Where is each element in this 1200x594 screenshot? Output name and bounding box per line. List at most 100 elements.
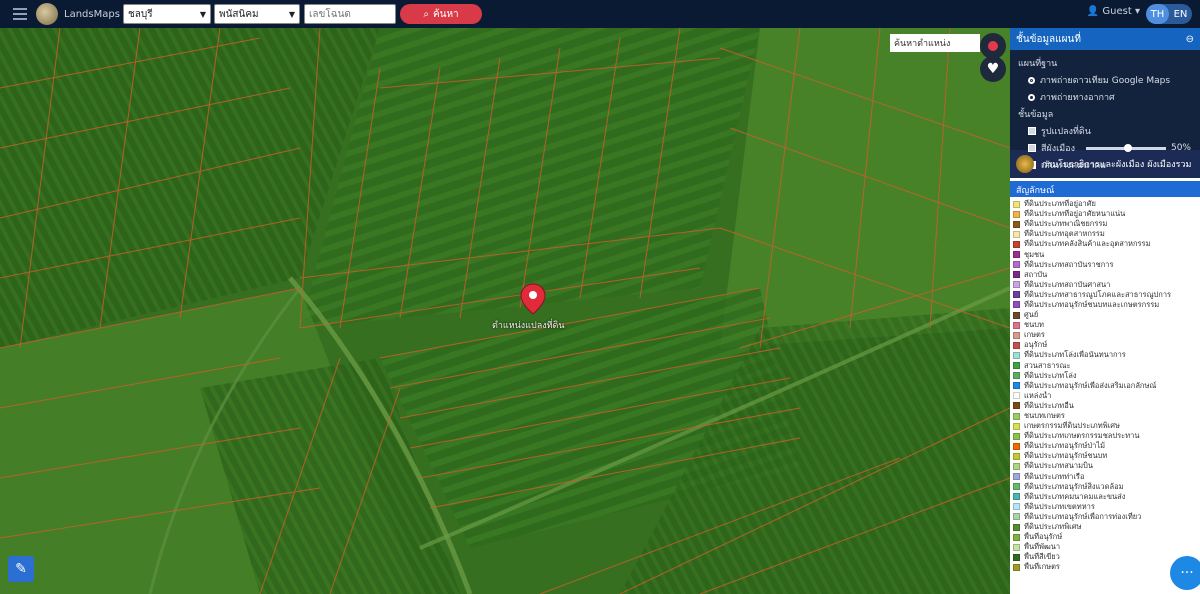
favorite-heart-icon[interactable]: ♥ — [980, 56, 1006, 82]
province-select[interactable]: ชลบุรี ▼ — [123, 4, 211, 24]
legend-swatch — [1013, 230, 1020, 238]
legend-swatch — [1013, 311, 1020, 319]
legend-swatch — [1013, 321, 1020, 329]
legend-item: ที่ดินประเภทที่อยู่อาศัยหนาแน่น — [1013, 209, 1197, 219]
legend-item: ที่ดินประเภทสาธารณูปโภคและสาธารณูปการ — [1013, 290, 1197, 300]
legend-item: เกษตร — [1013, 330, 1197, 340]
legend-item: ชนบทเกษตร — [1013, 411, 1197, 421]
legend-swatch — [1013, 382, 1020, 390]
legend-swatch — [1013, 462, 1020, 470]
legend-swatch — [1013, 553, 1020, 561]
legend-item: ที่ดินประเภทพาณิชยกรรม — [1013, 219, 1197, 229]
legend-item: ที่ดินประเภทอนุรักษ์ชนบท — [1013, 451, 1197, 461]
legend-item: ชนบท — [1013, 320, 1197, 330]
legend-item: ที่ดินประเภทสถาบันราชการ — [1013, 260, 1197, 270]
legend-item: ที่ดินประเภทโล่งเพื่อนันทนาการ — [1013, 350, 1197, 360]
measure-tool-icon[interactable]: ✎ — [8, 556, 34, 582]
collapse-icon[interactable]: ⊖ — [1186, 34, 1194, 45]
legend-swatch — [1013, 301, 1020, 309]
legend-swatch — [1013, 392, 1020, 400]
legend-item: แหล่งน้ำ — [1013, 391, 1197, 401]
legend-swatch — [1013, 240, 1020, 248]
layer-heading: ชั้นข้อมูล — [1018, 110, 1054, 120]
legend-item: ที่ดินประเภทอนุรักษ์เพื่อส่งเสริมเอกลักษ… — [1013, 381, 1197, 391]
legend-swatch — [1013, 452, 1020, 460]
site-logo[interactable] — [36, 3, 58, 25]
legend-item: อนุรักษ์ — [1013, 340, 1197, 350]
legend-swatch — [1013, 563, 1020, 571]
legend-item: ที่ดินประเภทคมนาคมและขนส่ง — [1013, 492, 1197, 502]
legend-item: ที่ดินประเภทอนุรักษ์สิ่งแวดล้อม — [1013, 482, 1197, 492]
legend-item: ที่ดินประเภทอื่น — [1013, 401, 1197, 411]
legend-item: เกษตรกรรมที่ดินประเภทพิเศษ — [1013, 421, 1197, 431]
marker-label: ตำแหน่งแปลงที่ดิน — [492, 321, 565, 331]
chevron-down-icon: ▼ — [288, 9, 295, 19]
deed-search-input[interactable] — [304, 4, 396, 24]
user-menu[interactable]: 👤 Guest ▾ — [1087, 6, 1140, 17]
legend-item: ที่ดินประเภทสถาบันศาสนา — [1013, 280, 1197, 290]
legend-swatch — [1013, 432, 1020, 440]
district-select[interactable]: พนัสนิคม ▼ — [214, 4, 300, 24]
radio-selected[interactable] — [1028, 76, 1035, 84]
legend-item: ที่ดินประเภทอุตสาหกรรม — [1013, 229, 1197, 239]
legend-swatch — [1013, 281, 1020, 289]
legend-item: ชุมชน — [1013, 249, 1197, 259]
legend-swatch — [1013, 483, 1020, 491]
radio-unselected[interactable] — [1028, 93, 1035, 101]
legend-item: พื้นที่สีเขียว — [1013, 552, 1197, 562]
legend-swatch — [1013, 251, 1020, 259]
legend-swatch — [1013, 543, 1020, 551]
legend-item: ศูนย์ — [1013, 310, 1197, 320]
legend-swatch — [1013, 351, 1020, 359]
checkbox[interactable] — [1028, 127, 1036, 135]
map-canvas[interactable]: ตำแหน่งแปลงที่ดิน — [0, 28, 1010, 594]
search-button[interactable]: ⌕ ค้นหา — [400, 4, 482, 24]
lang-en-option[interactable]: EN — [1169, 4, 1192, 24]
legend-item: ที่ดินประเภทอนุรักษ์เพื่อการท่องเที่ยว — [1013, 512, 1197, 522]
slider-handle[interactable] — [1123, 143, 1132, 152]
legend-item: ที่ดินประเภทคลังสินค้าและอุตสาหกรรม — [1013, 239, 1197, 249]
language-toggle[interactable]: TH EN — [1146, 4, 1192, 24]
legend-item: ที่ดินประเภทโล่ง — [1013, 371, 1197, 381]
legend-item: พื้นที่อนุรักษ์ — [1013, 532, 1197, 542]
legend-item: ที่ดินประเภทที่อยู่อาศัย — [1013, 199, 1197, 209]
legend-item: สถาบัน — [1013, 270, 1197, 280]
legend-swatch — [1013, 442, 1020, 450]
legend-swatch — [1013, 200, 1020, 208]
top-bar: LandsMaps ชลบุรี▼ พนัสนิคม▼ ⌕ค้นหา 👤 Gue… — [0, 0, 1200, 28]
basemap-option-1[interactable]: ภาพถ่ายดาวเทียม Google Maps — [1028, 73, 1192, 87]
chevron-down-icon: ▼ — [199, 9, 206, 19]
panel-title: ชั้นข้อมูลแผนที่ — [1016, 33, 1081, 45]
lang-th-option[interactable]: TH — [1146, 4, 1169, 24]
legend-swatch — [1013, 362, 1020, 370]
basemap-option-2[interactable]: ภาพถ่ายทางอากาศ — [1028, 90, 1192, 104]
hamburger-menu-icon[interactable] — [8, 0, 32, 28]
satellite-imagery — [0, 28, 1010, 594]
legend-item: สวนสาธารณะ — [1013, 361, 1197, 371]
legend-swatch — [1013, 513, 1020, 521]
legend-item: พื้นที่พัฒนา — [1013, 542, 1197, 552]
legend-heading: สัญลักษณ์ — [1010, 181, 1200, 197]
legend-swatch — [1013, 412, 1020, 420]
legend-swatch — [1013, 372, 1020, 380]
legend-item: ที่ดินประเภทท่าเรือ — [1013, 472, 1197, 482]
zoning-banner[interactable]: กรมโยธาธิการและผังเมือง ผังเมืองรวม — [1010, 150, 1200, 178]
layer-parcel[interactable]: รูปแปลงที่ดิน — [1028, 124, 1192, 138]
department-seal-icon — [1016, 155, 1034, 173]
opacity-slider[interactable] — [1085, 143, 1166, 152]
legend-swatch — [1013, 533, 1020, 541]
legend-item: ที่ดินประเภทอนุรักษ์ชนบทและเกษตรกรรม — [1013, 300, 1197, 310]
checkbox[interactable] — [1028, 144, 1036, 152]
legend-swatch — [1013, 261, 1020, 269]
search-icon: ⌕ — [423, 8, 429, 20]
map-location-search[interactable]: ค้นหาตำแหน่ง — [890, 34, 980, 52]
legend-swatch — [1013, 220, 1020, 228]
legend-swatch — [1013, 402, 1020, 410]
chat-icon[interactable]: ··· — [1170, 556, 1200, 590]
legend-swatch — [1013, 210, 1020, 218]
legend-swatch — [1013, 523, 1020, 531]
layer-panel: ชั้นข้อมูลแผนที่ ⊖ แผนที่ฐาน ภาพถ่ายดาวเ… — [1010, 28, 1200, 594]
panel-header: ชั้นข้อมูลแผนที่ ⊖ — [1010, 28, 1200, 50]
legend-swatch — [1013, 271, 1020, 279]
pin-icon — [988, 41, 998, 51]
